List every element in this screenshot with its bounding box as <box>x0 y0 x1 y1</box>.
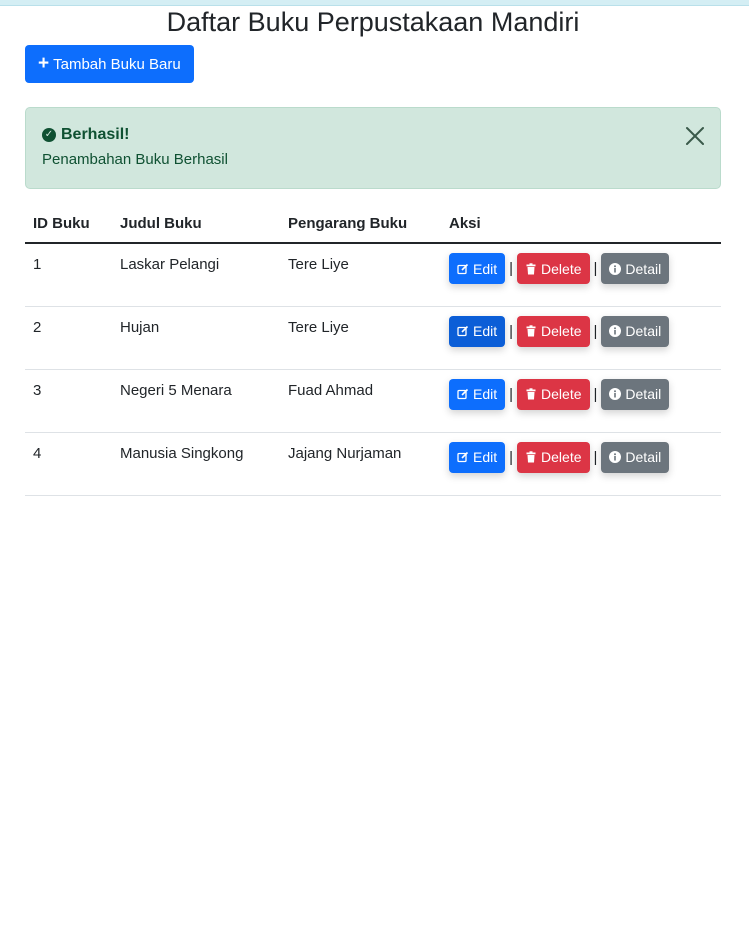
detail-label: Detail <box>625 260 662 277</box>
edit-button[interactable]: Edit <box>449 441 506 473</box>
table-header-row: ID Buku Judul Buku Pengarang Buku Aksi <box>25 205 721 244</box>
check-circle-icon: ✓ <box>42 128 56 142</box>
cell-id: 4 <box>25 432 112 496</box>
header-aksi: Aksi <box>441 205 721 244</box>
action-separator: | <box>593 322 598 340</box>
edit-icon <box>457 325 469 337</box>
detail-label: Detail <box>625 386 662 402</box>
books-table: ID Buku Judul Buku Pengarang Buku Aksi 1… <box>25 205 721 496</box>
action-separator: | <box>593 385 598 403</box>
delete-button[interactable]: Delete <box>517 315 590 347</box>
action-separator: | <box>509 322 514 340</box>
action-separator: | <box>593 260 598 277</box>
detail-label: Detail <box>625 449 662 465</box>
cell-judul: Laskar Pelangi <box>112 243 280 307</box>
add-book-label: Tambah Buku Baru <box>53 55 181 73</box>
detail-label: Detail <box>625 323 662 339</box>
cell-id: 1 <box>25 243 112 307</box>
cell-aksi: Edit | Delete | Detail <box>441 369 721 433</box>
delete-label: Delete <box>541 449 582 465</box>
cell-pengarang: Jajang Nurjaman <box>280 432 441 496</box>
cell-aksi: Edit | Delete | Detail <box>441 306 721 370</box>
header-judul: Judul Buku <box>112 205 280 244</box>
detail-button[interactable]: Detail <box>601 315 670 347</box>
action-separator: | <box>509 260 514 277</box>
trash-icon <box>525 325 537 337</box>
delete-button[interactable]: Delete <box>517 253 590 284</box>
table-row: 3 Negeri 5 Menara Fuad Ahmad Edit | Dele… <box>25 369 721 433</box>
trash-icon <box>525 451 537 463</box>
delete-label: Delete <box>541 260 582 277</box>
delete-button[interactable]: Delete <box>517 441 590 473</box>
success-alert: ✓ Berhasil! Penambahan Buku Berhasil <box>25 107 721 189</box>
cell-id: 3 <box>25 369 112 433</box>
delete-label: Delete <box>541 323 582 339</box>
edit-label: Edit <box>473 323 498 339</box>
trash-icon <box>525 388 537 400</box>
table-row: 2 Hujan Tere Liye Edit | Delete | Detail <box>25 306 721 370</box>
edit-label: Edit <box>473 449 498 465</box>
cell-pengarang: Tere Liye <box>280 306 441 370</box>
delete-label: Delete <box>541 386 582 402</box>
alert-heading: Berhasil! <box>61 126 130 143</box>
add-book-button[interactable]: + Tambah Buku Baru <box>25 45 194 83</box>
page-title: Daftar Buku Perpustakaan Mandiri <box>166 7 580 37</box>
alert-message: Penambahan Buku Berhasil <box>42 151 228 168</box>
cell-pengarang: Tere Liye <box>280 243 441 307</box>
header-id: ID Buku <box>25 205 112 244</box>
cell-aksi: Edit | Delete | Detail <box>441 243 721 307</box>
action-separator: | <box>593 448 598 466</box>
edit-label: Edit <box>473 260 498 277</box>
detail-button[interactable]: Detail <box>601 253 670 284</box>
cell-aksi: Edit | Delete | Detail <box>441 432 721 496</box>
table-row: 1 Laskar Pelangi Tere Liye Edit | Delete <box>25 243 721 307</box>
info-icon <box>609 388 622 400</box>
alert-heading-row: ✓ Berhasil! <box>42 125 704 145</box>
close-icon[interactable] <box>684 125 706 147</box>
edit-label: Edit <box>473 386 498 402</box>
edit-icon <box>457 451 469 463</box>
action-separator: | <box>509 385 514 403</box>
header-pengarang: Pengarang Buku <box>280 205 441 244</box>
cell-pengarang: Fuad Ahmad <box>280 369 441 433</box>
edit-icon <box>457 263 469 275</box>
cell-judul: Negeri 5 Menara <box>112 369 280 433</box>
cell-id: 2 <box>25 306 112 370</box>
cell-judul: Hujan <box>112 306 280 370</box>
action-separator: | <box>509 448 514 466</box>
info-icon <box>609 451 622 463</box>
plus-icon: + <box>38 52 50 74</box>
cell-judul: Manusia Singkong <box>112 432 280 496</box>
edit-icon <box>457 388 469 400</box>
edit-button[interactable]: Edit <box>449 378 506 410</box>
info-icon <box>609 325 622 337</box>
trash-icon <box>525 262 537 275</box>
info-icon <box>609 262 622 275</box>
edit-button[interactable]: Edit <box>449 315 506 347</box>
delete-button[interactable]: Delete <box>517 378 590 410</box>
table-row: 4 Manusia Singkong Jajang Nurjaman Edit … <box>25 432 721 496</box>
detail-button[interactable]: Detail <box>601 378 670 410</box>
edit-button[interactable]: Edit <box>449 253 506 284</box>
detail-button[interactable]: Detail <box>601 441 670 473</box>
